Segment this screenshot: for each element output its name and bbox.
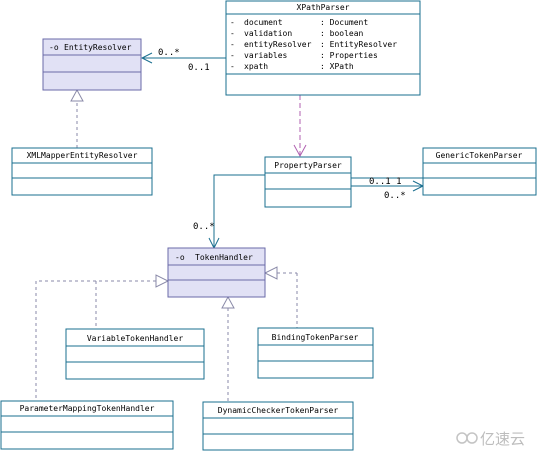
attr-visibility: - — [230, 29, 235, 38]
uml-class-diagram: 0..* 0..1 0..1 1 0..* 0..* XPathParser -… — [0, 0, 537, 451]
mult-generic-bottom: 0..* — [384, 191, 406, 201]
attr-visibility: - — [230, 62, 235, 71]
attr-name: entityResolver — [244, 40, 312, 49]
real-dynamicchecker-tokenhandler — [221, 295, 235, 402]
attr-name: variables — [244, 51, 288, 60]
class-dynamic-checker-token-parser[interactable]: DynamicCheckerTokenParser — [202, 401, 354, 451]
class-xml-mapper-entity-resolver[interactable]: XMLMapperEntityResolver — [11, 147, 153, 196]
dep-xpath-propertyparser — [293, 95, 307, 158]
class-binding-token-parser[interactable]: BindingTokenParser — [257, 327, 374, 379]
class-property-parser[interactable]: PropertyParser — [264, 156, 352, 208]
attr-name: validation — [244, 29, 292, 38]
attr-visibility: - — [230, 18, 235, 27]
attr-visibility: - — [230, 51, 235, 60]
mult-resolver-near: 0..* — [158, 48, 180, 58]
attr-name: document — [244, 18, 283, 27]
real-xmlmapper-entityresolver — [70, 88, 84, 148]
class-name: DynamicCheckerTokenParser — [218, 406, 339, 415]
attr-type: : Document — [320, 18, 368, 27]
real-binding-tokenhandler — [263, 266, 298, 328]
class-generic-token-parser[interactable]: GenericTokenParser — [422, 147, 537, 196]
attr-type: : Properties — [320, 51, 378, 60]
class-name: XMLMapperEntityResolver — [27, 151, 138, 160]
attr-type: : boolean — [320, 29, 364, 38]
class-name: GenericTokenParser — [436, 151, 523, 160]
mult-tokenhandler: 0..* — [193, 222, 215, 232]
mult-generic-top: 0..1 1 — [369, 177, 402, 187]
mult-resolver-far: 0..1 — [188, 63, 210, 73]
class-xpath-parser[interactable]: XPathParser - document : Document - vali… — [225, 0, 421, 96]
class-name: PropertyParser — [274, 161, 342, 170]
class-variable-token-handler[interactable]: VariableTokenHandler — [65, 328, 205, 380]
attr-type: : XPath — [320, 62, 354, 71]
watermark-text: 亿速云 — [480, 430, 525, 448]
class-name: ParameterMappingTokenHandler — [20, 404, 155, 413]
class-name: TokenHandler — [195, 253, 253, 262]
class-name: XPathParser — [297, 3, 350, 12]
interface-token-handler[interactable]: -o TokenHandler — [167, 247, 266, 298]
watermark-logo-icon — [456, 432, 478, 444]
attr-name: xpath — [244, 62, 268, 71]
attr-visibility: - — [230, 40, 235, 49]
interface-stereotype-icon: -o — [49, 43, 59, 52]
attr-type: : EntityResolver — [320, 40, 397, 49]
class-name: EntityResolver — [64, 43, 132, 52]
interface-stereotype-icon: -o — [175, 253, 185, 262]
interface-entity-resolver[interactable]: -o EntityResolver — [42, 38, 142, 91]
class-name: VariableTokenHandler — [87, 334, 184, 343]
class-name: BindingTokenParser — [272, 333, 359, 342]
watermark: 亿速云 — [456, 430, 525, 448]
assoc-xpath-entityresolver — [140, 52, 226, 64]
assoc-property-tokenhandler — [208, 174, 265, 250]
class-parameter-mapping-token-handler[interactable]: ParameterMappingTokenHandler — [0, 400, 174, 450]
